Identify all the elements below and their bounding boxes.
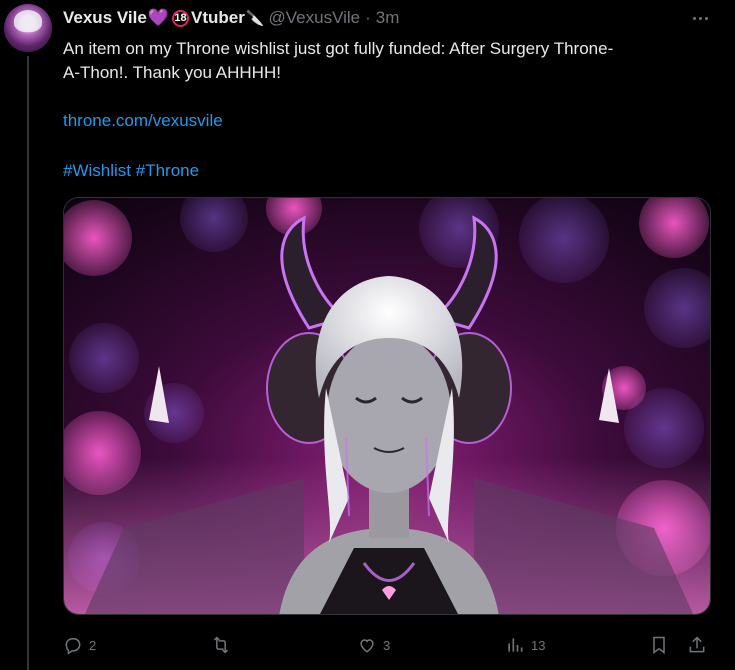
artwork [64, 198, 710, 614]
tweet-text: An item on my Throne wishlist just got f… [63, 37, 713, 183]
reply-count: 2 [89, 637, 97, 653]
views-button[interactable]: 13 [505, 628, 545, 662]
avatar[interactable] [4, 4, 52, 52]
more-icon[interactable] [688, 8, 712, 28]
retweet-icon [213, 636, 229, 654]
action-bar: 2 3 13 [63, 628, 711, 662]
purple-heart-emoji: 💜 [147, 8, 169, 27]
share-icon [689, 636, 705, 653]
display-name-suffix[interactable]: Vtuber [191, 8, 245, 28]
timestamp[interactable]: 3m [376, 8, 400, 28]
thread-line [27, 56, 29, 670]
throne-link[interactable]: throne.com/vexusvile [63, 111, 223, 130]
user-handle[interactable]: @VexusVile [269, 8, 361, 28]
view-count: 13 [531, 637, 546, 653]
views-icon [508, 638, 523, 652]
age-18-badge: 18 [171, 9, 189, 27]
tweet-header: Vexus Vile 💜 18 Vtuber 🔪 @VexusVile · 3m [63, 6, 399, 30]
knife-emoji: 🔪 [245, 10, 265, 27]
like-icon [360, 639, 374, 653]
tweet-text-line1: An item on my Throne wishlist just got f… [63, 39, 614, 58]
hashtag-wishlist[interactable]: #Wishlist [63, 161, 131, 180]
hashtag-throne[interactable]: #Throne [136, 161, 199, 180]
bookmark-icon [653, 636, 665, 654]
separator-dot: · [365, 8, 371, 27]
bookmark-button[interactable] [649, 628, 669, 662]
display-name[interactable]: Vexus Vile [63, 8, 147, 28]
like-button[interactable]: 3 [357, 628, 390, 662]
retweet-button[interactable] [211, 628, 237, 662]
reply-icon [65, 638, 81, 655]
tweet-media-image[interactable] [63, 197, 711, 615]
reply-button[interactable]: 2 [63, 628, 96, 662]
like-count: 3 [383, 637, 391, 653]
share-button[interactable] [687, 628, 707, 662]
tweet-text-line2: A-Thon!. Thank you AHHHH! [63, 63, 281, 82]
